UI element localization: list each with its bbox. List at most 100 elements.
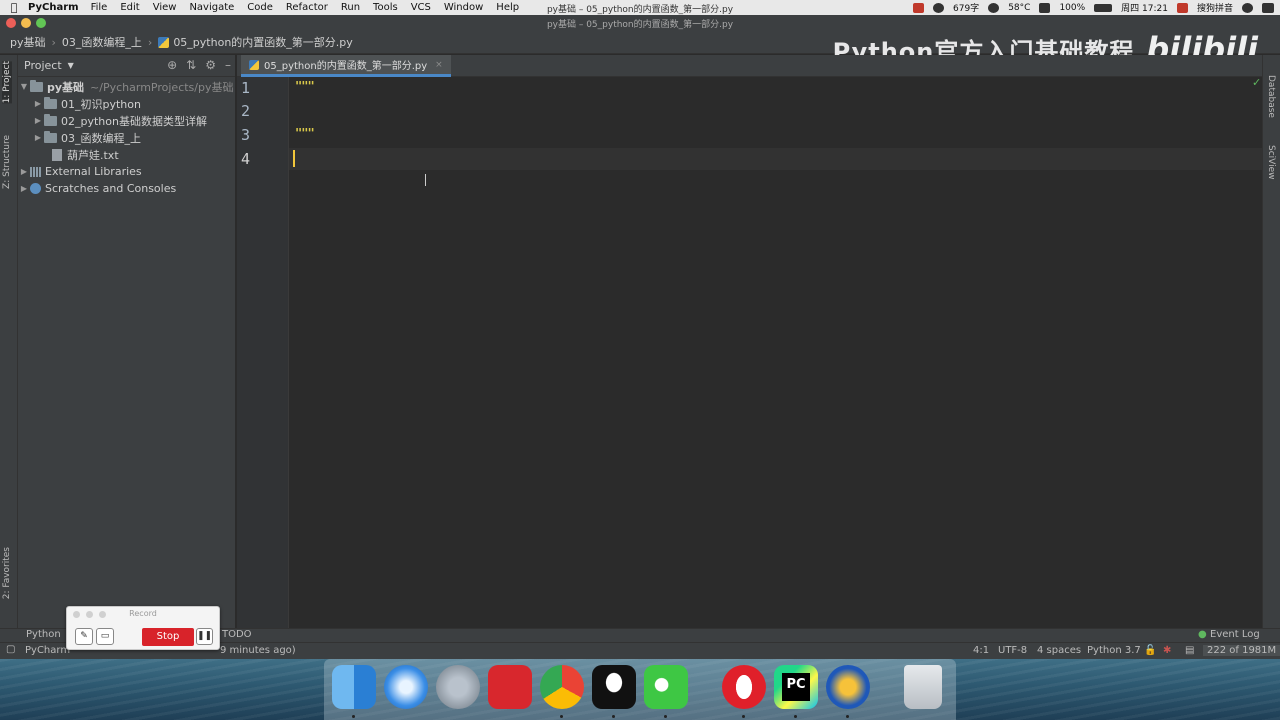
tree-item-external-libraries[interactable]: ▶ External Libraries [18, 163, 235, 180]
collapse-arrow-icon[interactable]: ▶ [18, 167, 30, 176]
left-tool-stripe: 1: Project Z: Structure 2: Favorites [0, 55, 18, 628]
todo-tab[interactable]: TODO [222, 629, 252, 640]
expand-arrow-icon[interactable]: ▼ [18, 82, 30, 91]
status-message-tail[interactable]: 9 minutes ago) [220, 645, 296, 656]
memory-indicator[interactable]: 222 of 1981M [1203, 645, 1280, 656]
menu-navigate[interactable]: Navigate [189, 2, 234, 13]
close-icon[interactable]: × [435, 60, 443, 70]
editor-tab[interactable]: 05_python的内置函数_第一部分.py × [241, 55, 451, 77]
battery-icon[interactable] [1094, 3, 1113, 12]
tab-database[interactable]: Database [1266, 75, 1276, 118]
collapse-arrow-icon[interactable]: ▶ [32, 116, 44, 125]
folder-icon [30, 79, 43, 92]
weather-tray-icon[interactable] [988, 2, 1000, 13]
apple-icon[interactable]:  [0, 1, 28, 14]
hide-panel-icon[interactable]: – [225, 58, 231, 72]
weather-text[interactable]: 58°C [1008, 3, 1030, 13]
file-encoding[interactable]: UTF-8 [998, 645, 1027, 656]
inspector-icon[interactable]: ▤ [1185, 645, 1194, 656]
record-tray-icon[interactable] [913, 2, 924, 13]
project-view-selector[interactable]: Project [24, 59, 62, 72]
tab-sciview[interactable]: SciView [1266, 145, 1276, 180]
tab-structure[interactable]: Z: Structure [2, 135, 12, 189]
menu-edit[interactable]: Edit [120, 2, 139, 13]
trash-icon[interactable] [904, 665, 942, 709]
indent-setting[interactable]: 4 spaces [1037, 645, 1081, 656]
clock[interactable]: 周四 17:21 [1121, 1, 1168, 14]
line-number-gutter[interactable]: 1 2 3 4 [237, 77, 289, 628]
locate-icon[interactable]: ⊕ [167, 58, 177, 72]
wechat-icon[interactable] [644, 665, 688, 709]
python-interpreter[interactable]: Python 3.7 [1087, 645, 1141, 656]
opera-icon[interactable] [722, 665, 766, 709]
code-editor[interactable]: """ """ [290, 77, 1262, 628]
line-number: 4 [241, 150, 251, 168]
pycharm-icon[interactable]: PC [782, 673, 810, 701]
tree-item-folder[interactable]: ▶ 02_python基础数据类型详解 [18, 112, 235, 129]
caret-position[interactable]: 4:1 [973, 645, 989, 656]
tab-project[interactable]: 1: Project [2, 61, 12, 104]
lock-icon[interactable]: 🔓 [1144, 645, 1156, 656]
menu-view[interactable]: View [153, 2, 177, 13]
tab-favorites[interactable]: 2: Favorites [2, 547, 12, 599]
right-tool-stripe: Database SciView [1262, 55, 1280, 628]
netease-music-icon[interactable] [488, 665, 532, 709]
menu-refactor[interactable]: Refactor [286, 2, 328, 13]
menu-file[interactable]: File [91, 2, 108, 13]
pen-icon[interactable]: ✎ [75, 628, 93, 645]
mouse-ibeam-cursor [425, 174, 430, 186]
menu-vcs[interactable]: VCS [411, 2, 431, 13]
finder-icon[interactable] [332, 665, 376, 709]
collapse-arrow-icon[interactable]: ▶ [32, 99, 44, 108]
safari-icon[interactable] [384, 665, 428, 709]
text-file-icon [52, 148, 62, 161]
code-line[interactable]: """ [295, 126, 315, 140]
collapse-arrow-icon[interactable]: ▶ [18, 184, 30, 193]
qq-icon[interactable] [592, 665, 636, 709]
menu-bar:  PyCharm File Edit View Navigate Code R… [0, 0, 1280, 15]
tree-item-file[interactable]: 葫芦娃.txt [18, 146, 235, 163]
status-message[interactable]: PyCharm [25, 645, 70, 656]
launchpad-icon[interactable] [436, 665, 480, 709]
ime-icon[interactable] [1176, 2, 1188, 13]
chevron-down-icon[interactable]: ▼ [68, 61, 74, 70]
stop-recording-button[interactable]: Stop [142, 628, 194, 646]
wechat-tray-icon[interactable] [933, 2, 944, 13]
menu-help[interactable]: Help [496, 2, 519, 13]
breadcrumb-file[interactable]: 05_python的内置函数_第一部分.py [173, 34, 352, 50]
tree-item-folder[interactable]: ▶ 01_初识python [18, 95, 235, 112]
line-number: 1 [241, 79, 251, 97]
ime-label[interactable]: 搜狗拼音 [1197, 1, 1233, 14]
event-log-icon[interactable]: ● [1198, 629, 1207, 640]
collapse-arrow-icon[interactable]: ▶ [32, 133, 44, 142]
python-console-tab[interactable]: Python [26, 629, 61, 640]
menu-tools[interactable]: Tools [373, 2, 398, 13]
inspection-ok-icon[interactable]: ✓ [1252, 76, 1261, 89]
tree-item-folder[interactable]: ▶ 03_函数编程_上 [18, 129, 235, 146]
menu-window[interactable]: Window [444, 2, 483, 13]
breadcrumb-root[interactable]: py基础 [10, 34, 46, 50]
git-icon[interactable]: ✱ [1163, 645, 1171, 656]
chrome-icon[interactable] [540, 665, 584, 709]
tree-folder-label: 01_初识python [61, 97, 141, 111]
pause-icon[interactable]: ❚❚ [196, 628, 213, 645]
menu-code[interactable]: Code [247, 2, 273, 13]
gear-icon[interactable]: ⚙ [205, 58, 216, 72]
menu-app-name[interactable]: PyCharm [28, 2, 79, 13]
control-center-icon[interactable] [1262, 2, 1274, 13]
tree-item-root[interactable]: ▼ py基础 ~/PycharmProjects/py基础 [18, 78, 235, 95]
event-log-tab[interactable]: Event Log [1210, 629, 1260, 640]
siri-icon[interactable] [1242, 2, 1253, 13]
app-lightning-icon[interactable] [826, 665, 870, 709]
project-tree: ▼ py基础 ~/PycharmProjects/py基础 ▶ 01_初识pyt… [18, 78, 235, 197]
menu-run[interactable]: Run [341, 2, 360, 13]
breadcrumb-folder[interactable]: 03_函数编程_上 [62, 34, 142, 50]
wifi-icon[interactable] [1039, 2, 1051, 13]
toggle-tool-windows-icon[interactable]: ▢ [6, 644, 15, 655]
word-count[interactable]: 679字 [953, 1, 979, 14]
collapse-all-icon[interactable]: ⇅ [186, 58, 196, 72]
screen-select-icon[interactable]: ▭ [96, 628, 114, 645]
battery-percent[interactable]: 100% [1059, 3, 1085, 13]
tree-item-scratches[interactable]: ▶ Scratches and Consoles [18, 180, 235, 197]
code-line[interactable]: """ [295, 79, 315, 93]
